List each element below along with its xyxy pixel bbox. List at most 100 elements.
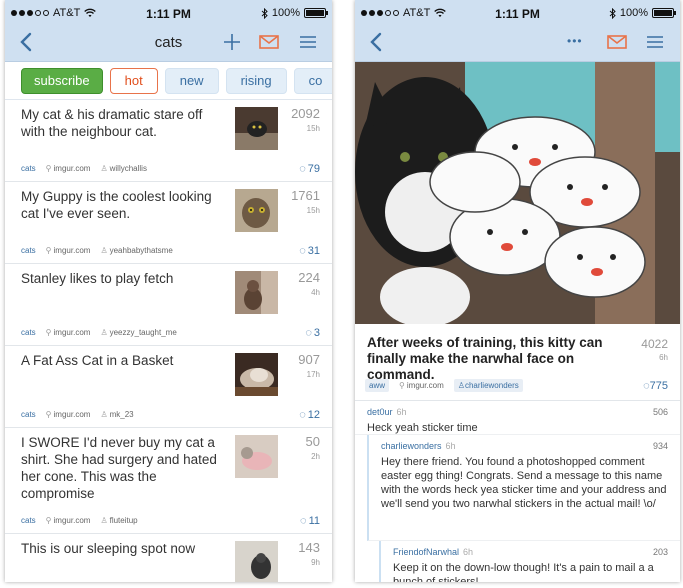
- post-row[interactable]: A Fat Ass Cat in a Basket 907 17h cats ⚲…: [5, 346, 332, 428]
- post-score: 224: [298, 270, 320, 285]
- comment-author[interactable]: det0ur: [367, 407, 393, 417]
- comment-count[interactable]: ◌775: [643, 380, 668, 392]
- chevron-left-icon[interactable]: [367, 30, 387, 54]
- phone-left-subreddit-list: AT&T 1:11 PM 100% cats subscribe hot new…: [5, 0, 332, 582]
- post-image[interactable]: [355, 62, 680, 327]
- comment-reply[interactable]: charliewonders 6h 934 Hey there friend. Y…: [367, 435, 680, 541]
- subreddit-label[interactable]: aww: [365, 379, 390, 392]
- post-thumbnail[interactable]: [235, 107, 278, 150]
- phone-right-post-detail: AT&T 1:11 PM 100% ••• After weeks of tra…: [355, 0, 680, 582]
- author[interactable]: ♙ fluteitup: [100, 516, 137, 525]
- envelope-icon[interactable]: [605, 30, 629, 54]
- hamburger-icon[interactable]: [643, 30, 667, 54]
- post-age: 4h: [311, 288, 320, 297]
- comment-header: FriendofNarwhal 6h: [393, 547, 668, 557]
- post-age: 17h: [306, 370, 320, 379]
- subreddit-label[interactable]: cats: [21, 410, 36, 419]
- status-bar: AT&T 1:11 PM 100%: [355, 7, 680, 21]
- comment-count[interactable]: ◌ 12: [299, 409, 320, 421]
- post-header: After weeks of training, this kitty can …: [355, 329, 680, 401]
- author[interactable]: ♙charliewonders: [453, 379, 523, 392]
- tab-controversial[interactable]: co: [293, 67, 332, 94]
- battery-icon: [304, 8, 328, 18]
- domain[interactable]: ⚲ imgur.com: [46, 516, 91, 525]
- comment-author[interactable]: FriendofNarwhal: [393, 547, 459, 557]
- page-title: cats: [154, 34, 183, 51]
- link-icon: ⚲: [45, 164, 52, 173]
- domain[interactable]: ⚲ imgur.com: [395, 379, 448, 392]
- post-thumbnail[interactable]: [235, 435, 278, 478]
- post-list: My cat & his dramatic stare off with the…: [5, 100, 332, 582]
- link-icon: ⚲: [45, 516, 52, 525]
- tab-rising[interactable]: rising: [225, 67, 287, 94]
- post-thumbnail[interactable]: [235, 541, 278, 582]
- comment-reply-nested[interactable]: FriendofNarwhal 6h 203 Keep it on the dow…: [379, 541, 680, 582]
- sort-tabs: subscribe hot new rising co: [5, 62, 332, 100]
- subreddit-label[interactable]: cats: [21, 328, 36, 337]
- post-row[interactable]: My cat & his dramatic stare off with the…: [5, 100, 332, 182]
- post-thumbnail[interactable]: [235, 353, 278, 396]
- subreddit-label[interactable]: cats: [21, 246, 36, 255]
- post-title[interactable]: My Guppy is the coolest looking cat I've…: [21, 188, 226, 222]
- link-icon: ⚲: [399, 381, 405, 390]
- comment-author[interactable]: charliewonders: [381, 441, 442, 451]
- comment[interactable]: det0ur 6h 506 Heck yeah sticker time: [355, 401, 680, 435]
- user-icon: ♙: [100, 516, 108, 525]
- user-icon: ♙: [100, 164, 108, 173]
- top-bar: AT&T 1:11 PM 100% •••: [355, 0, 680, 62]
- hamburger-icon[interactable]: [296, 30, 320, 54]
- subscribe-button[interactable]: subscribe: [21, 67, 103, 94]
- domain[interactable]: ⚲ imgur.com: [46, 164, 91, 173]
- subreddit-label[interactable]: cats: [21, 164, 36, 173]
- more-options-icon[interactable]: •••: [567, 34, 591, 58]
- domain[interactable]: ⚲ imgur.com: [46, 328, 91, 337]
- user-icon: ♙: [100, 328, 108, 337]
- post-row[interactable]: Stanley likes to play fetch 224 4h cats …: [5, 264, 332, 346]
- comment-header: charliewonders 6h: [381, 441, 668, 451]
- comment-body: Keep it on the down-low though! It's a p…: [393, 562, 654, 582]
- subreddit-label[interactable]: cats: [21, 516, 36, 525]
- post-title[interactable]: My cat & his dramatic stare off with the…: [21, 106, 226, 140]
- post-meta: aww ⚲ imgur.com ♙charliewonders: [365, 379, 523, 392]
- comment-count[interactable]: ◌ 31: [299, 245, 320, 257]
- post-title[interactable]: Stanley likes to play fetch: [21, 270, 226, 287]
- domain[interactable]: ⚲ imgur.com: [46, 410, 91, 419]
- link-icon: ⚲: [45, 328, 52, 337]
- comment-count[interactable]: ◌ 11: [300, 515, 320, 527]
- post-score: 2092: [291, 106, 320, 121]
- post-title[interactable]: I SWORE I'd never buy my cat a shirt. Sh…: [21, 434, 226, 502]
- post-thumbnail[interactable]: [235, 189, 278, 232]
- author[interactable]: ♙ willychallis: [100, 164, 147, 173]
- comment-count[interactable]: ◌ 79: [299, 163, 320, 175]
- comment-thread: det0ur 6h 506 Heck yeah sticker time char…: [355, 401, 680, 582]
- navigation-bar: cats: [5, 28, 332, 56]
- author[interactable]: ♙ yeezzy_taught_me: [100, 328, 176, 337]
- navigation-bar: •••: [355, 28, 680, 56]
- post-age: 15h: [306, 206, 320, 215]
- author[interactable]: ♙ mk_23: [100, 410, 133, 419]
- post-row[interactable]: This is our sleeping spot now 143 9h: [5, 534, 332, 582]
- post-title[interactable]: A Fat Ass Cat in a Basket: [21, 352, 226, 369]
- post-age: 15h: [306, 124, 320, 133]
- envelope-icon[interactable]: [257, 30, 281, 54]
- comment-count[interactable]: ◌ 3: [305, 327, 320, 339]
- domain[interactable]: ⚲ imgur.com: [46, 246, 91, 255]
- post-title[interactable]: This is our sleeping spot now: [21, 540, 226, 557]
- comment-bubble-icon: ◌: [299, 245, 306, 257]
- post-meta: cats ⚲ imgur.com ♙ mk_23: [21, 410, 134, 419]
- battery-percent: 100%: [619, 7, 648, 19]
- author[interactable]: ♙ yeahbabythatsme: [100, 246, 172, 255]
- tab-hot[interactable]: hot: [109, 67, 158, 94]
- post-row[interactable]: My Guppy is the coolest looking cat I've…: [5, 182, 332, 264]
- post-age: 9h: [311, 558, 320, 567]
- post-score: 907: [298, 352, 320, 367]
- tab-new[interactable]: new: [164, 67, 219, 94]
- link-icon: ⚲: [45, 246, 52, 255]
- post-score: 1761: [291, 188, 320, 203]
- post-row[interactable]: I SWORE I'd never buy my cat a shirt. Sh…: [5, 428, 332, 534]
- comment-bubble-icon: ◌: [305, 327, 312, 339]
- post-thumbnail[interactable]: [235, 271, 278, 314]
- plus-icon[interactable]: [220, 30, 244, 54]
- post-age: 2h: [311, 452, 320, 461]
- status-bar: AT&T 1:11 PM 100%: [5, 7, 332, 21]
